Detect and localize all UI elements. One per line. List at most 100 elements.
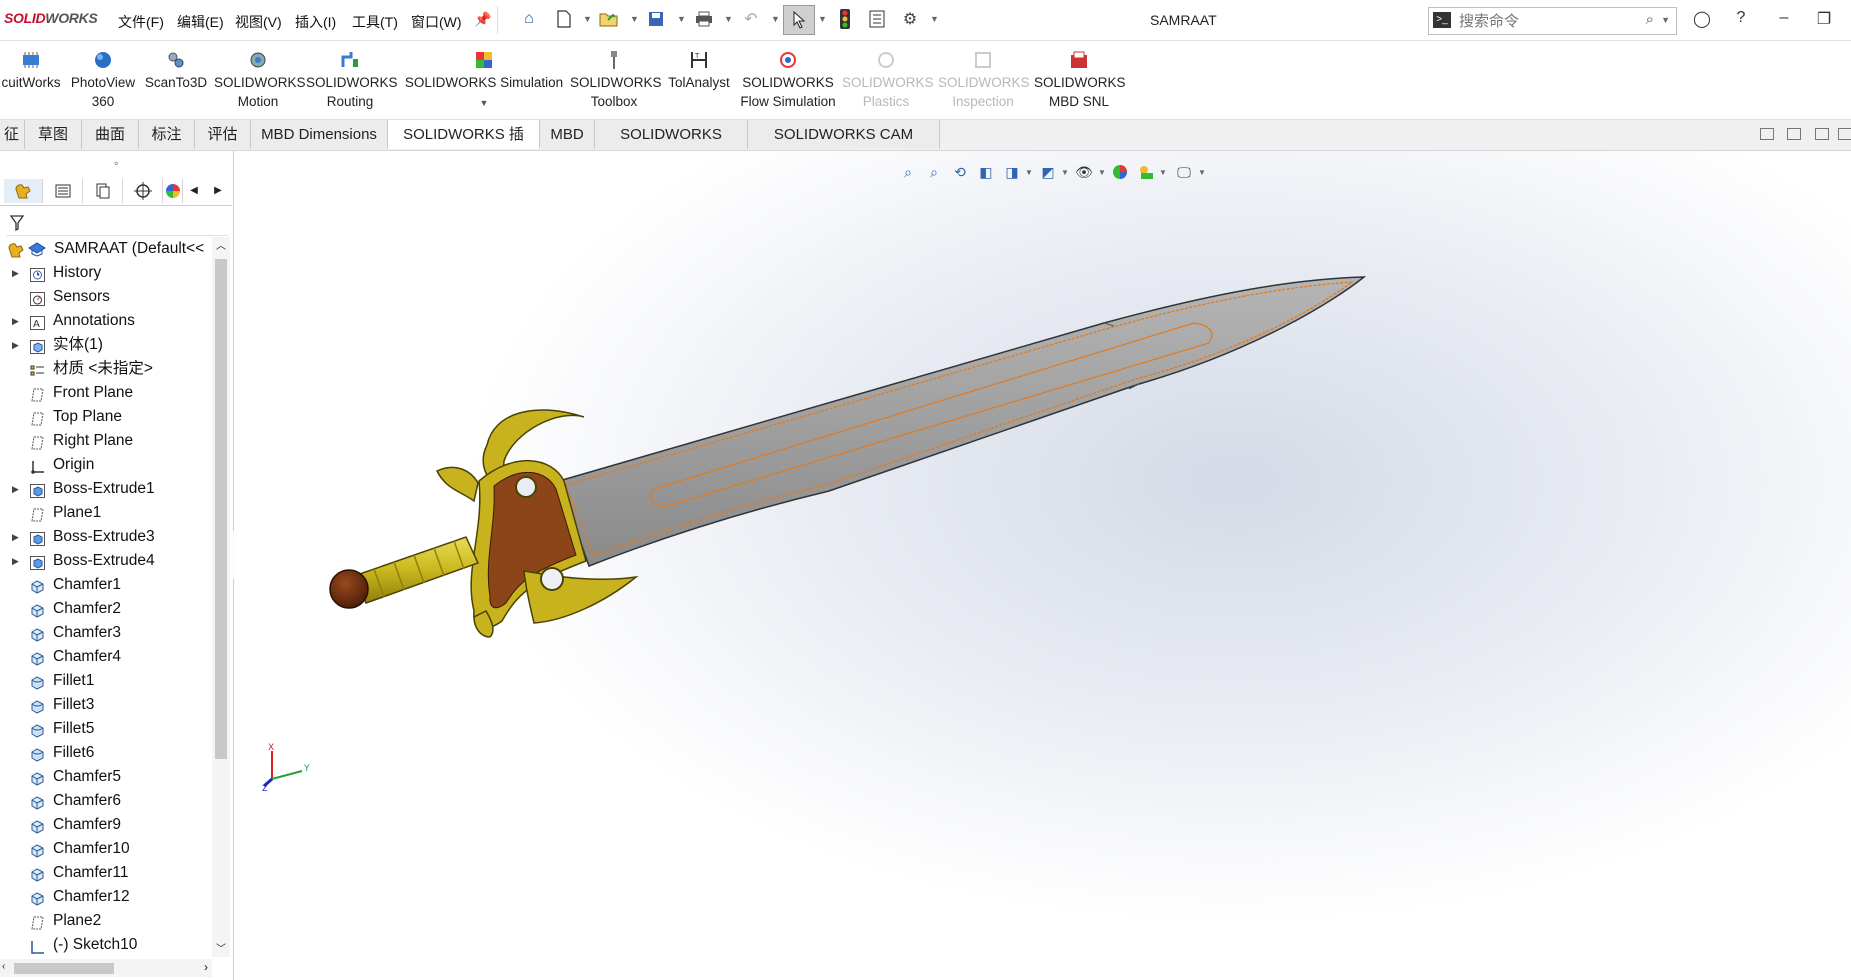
flow-simulation-button[interactable]: SOLIDWORKS Flow Simulation [736,49,840,111]
panel-right-icon[interactable] [1787,128,1801,140]
scroll-right-icon[interactable]: › [204,960,208,974]
tree-item-boss-extrude3[interactable]: ▶ Boss-Extrude3 [0,525,212,549]
horizontal-scroll-thumb[interactable] [14,963,114,974]
tree-item-chamfer5[interactable]: Chamfer5 [0,765,212,789]
mbd-snl-button[interactable]: SOLIDWORKS MBD SNL [1034,49,1126,111]
expand-arrow-icon[interactable]: ▶ [12,309,19,333]
tree-item-boss-extrude1[interactable]: ▶ Boss-Extrude1 [0,477,212,501]
scroll-left-icon[interactable]: ‹ [2,961,5,972]
panel-float-icon[interactable] [1815,128,1829,140]
tree-item-sketch10[interactable]: (-) Sketch10 [0,933,212,957]
panel-grip-icon[interactable]: ⚬ [112,159,120,170]
menu-file[interactable]: 文件(F) [118,12,164,32]
options-gear-icon[interactable]: ⚙ [899,8,921,30]
tab-surfaces[interactable]: 曲面 [82,120,139,149]
print-dropdown-caret[interactable]: ▼ [724,14,733,24]
search-commands-box[interactable]: >_ ⌕ ▼ [1428,7,1677,35]
options-dropdown-caret[interactable]: ▼ [930,14,939,24]
panel-left-icon[interactable] [1760,128,1774,140]
tree-root-part[interactable]: SAMRAAT (Default<< [0,237,212,261]
tab-mbd-dimensions[interactable]: MBD Dimensions [251,120,388,149]
tab-markup[interactable]: 标注 [139,120,195,149]
rebuild-traffic-light-icon[interactable] [834,8,856,30]
tree-item-chamfer12[interactable]: Chamfer12 [0,885,212,909]
save-dropdown-caret[interactable]: ▼ [677,14,686,24]
tree-item-annotations[interactable]: ▶ A Annotations [0,309,212,333]
minimize-icon[interactable]: – [1772,9,1796,31]
solidworks-logo[interactable]: SOLIDWORKS [4,10,98,26]
tree-item-chamfer9[interactable]: Chamfer9 [0,813,212,837]
tree-vertical-scrollbar[interactable]: ︿ ﹀ [212,237,230,957]
sword-blade[interactable] [558,276,1367,567]
tree-item-sensors[interactable]: Sensors [0,285,212,309]
save-icon[interactable] [645,8,667,30]
solidworks-simulation-button[interactable]: SOLIDWORKS Simulation ▼ [402,49,566,113]
menu-tools[interactable]: 工具(T) [352,12,398,32]
display-manager-tab-icon[interactable] [164,179,183,203]
vertical-scroll-thumb[interactable] [215,259,227,759]
expand-arrow-icon[interactable]: ▶ [12,477,19,501]
open-dropdown-caret[interactable]: ▼ [630,14,639,24]
menu-view[interactable]: 视图(V) [235,12,282,32]
tree-item-chamfer10[interactable]: Chamfer10 [0,837,212,861]
tree-item-chamfer2[interactable]: Chamfer2 [0,597,212,621]
tree-item-plane2[interactable]: Plane2 [0,909,212,933]
expand-arrow-icon[interactable]: ▶ [12,549,19,573]
new-document-icon[interactable] [553,8,575,30]
expand-arrow-icon[interactable]: ▶ [12,261,19,285]
menu-window[interactable]: 窗口(W) [411,12,462,32]
photoview-360-button[interactable]: PhotoView 360 [68,49,138,111]
tab-evaluate[interactable]: 评估 [195,120,251,149]
featuremanager-tab-icon[interactable] [4,179,43,203]
panel-expand-icon[interactable] [1838,128,1851,140]
solidworks-inspection-button[interactable]: SOLIDWORKS Inspection [938,49,1030,111]
tree-item-right-plane[interactable]: Right Plane [0,429,212,453]
tree-item-chamfer4[interactable]: Chamfer4 [0,645,212,669]
tree-horizontal-scrollbar[interactable]: ‹ › [0,959,212,977]
solidworks-routing-button[interactable]: SOLIDWORKS Routing [306,49,398,111]
tree-item-chamfer3[interactable]: Chamfer3 [0,621,212,645]
tree-item-fillet6[interactable]: Fillet6 [0,741,212,765]
pin-icon[interactable]: 📌 [474,11,491,28]
tree-item-boss-extrude4[interactable]: ▶ Boss-Extrude4 [0,549,212,573]
tree-item-origin[interactable]: Origin [0,453,212,477]
select-dropdown-caret[interactable]: ▼ [818,14,827,24]
scroll-up-icon[interactable]: ︿ [216,237,226,252]
tree-item-chamfer11[interactable]: Chamfer11 [0,861,212,885]
tree-item-fillet5[interactable]: Fillet5 [0,717,212,741]
search-icon[interactable]: ⌕ [1646,11,1654,28]
help-icon[interactable]: ? [1729,9,1753,31]
new-dropdown-caret[interactable]: ▼ [583,14,592,24]
scanto3d-button[interactable]: ScanTo3D [142,49,210,92]
account-icon[interactable]: ◯ [1690,9,1714,31]
menu-insert[interactable]: 插入(I) [295,12,336,32]
file-properties-icon[interactable] [866,8,888,30]
restore-icon[interactable]: ❐ [1812,9,1836,31]
tab-mbd[interactable]: MBD [540,120,595,149]
solidworks-plastics-button[interactable]: SOLIDWORKS Plastics [842,49,934,111]
tree-item-chamfer6[interactable]: Chamfer6 [0,789,212,813]
undo-dropdown-caret[interactable]: ▼ [771,14,780,24]
solidworks-motion-button[interactable]: SOLIDWORKS Motion [214,49,306,111]
sword-pommel[interactable] [329,569,369,609]
scroll-down-icon[interactable]: ﹀ [216,940,226,955]
open-folder-icon[interactable] [598,8,620,30]
tree-item-history[interactable]: ▶ History [0,261,212,285]
tab-solidworks-addins[interactable]: SOLIDWORKS 插件 [388,120,540,172]
sword-grip[interactable] [352,536,480,604]
tree-item-fillet1[interactable]: Fillet1 [0,669,212,693]
tree-item-plane1[interactable]: Plane1 [0,501,212,525]
search-dropdown-caret[interactable]: ▼ [1661,15,1670,25]
print-icon[interactable] [693,8,715,30]
configurationmanager-tab-icon[interactable] [84,179,123,203]
sword-3d-model[interactable] [234,151,1851,980]
tree-item-fillet3[interactable]: Fillet3 [0,693,212,717]
home-icon[interactable]: ⌂ [518,8,540,30]
select-tool-button[interactable] [783,5,815,35]
solidworks-toolbox-button[interactable]: SOLIDWORKS Toolbox [570,49,662,111]
tree-item-front-plane[interactable]: Front Plane [0,381,212,405]
menu-edit[interactable]: 编辑(E) [177,12,224,32]
tree-filter[interactable] [6,211,228,236]
tab-sketch[interactable]: 草图 [25,120,82,149]
tree-item-1[interactable]: ▶ 实体(1) [0,333,212,357]
